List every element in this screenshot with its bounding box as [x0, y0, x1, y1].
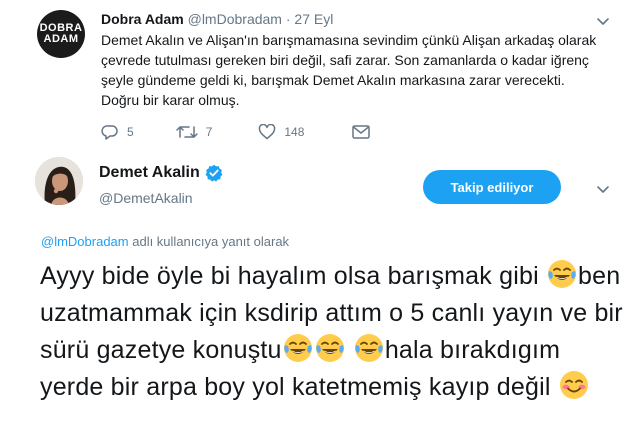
retweet-count: 7	[205, 125, 213, 139]
author-name[interactable]: Dobra Adam	[101, 11, 184, 27]
separator: ·	[285, 11, 291, 27]
tweet-text: Ayyy bide öyle bi hayalım olsa barışmak …	[40, 258, 630, 406]
tweet-text-segment: Ayyy bide öyle bi hayalım olsa barışmak …	[40, 262, 539, 290]
author-name-text: Demet Akalin	[99, 164, 200, 181]
joy-emoji	[354, 334, 383, 362]
joy-emoji	[315, 334, 344, 362]
direct-message-button[interactable]	[352, 125, 378, 139]
like-icon	[259, 124, 276, 140]
reply-to-suffix: adlı kullanıcıya yanıt olarak	[128, 234, 290, 249]
main-tweet-header: Demet Akalin @DemetAkalin Takip ediliyor	[0, 152, 640, 222]
avatar-text: ADAM	[43, 33, 79, 45]
chevron-down-icon[interactable]	[596, 14, 610, 28]
quoted-tweet[interactable]: DOBRA ADAM Dobra Adam @lmDobradam · 27 E…	[0, 0, 640, 150]
tweet-text: Demet Akalın ve Alişan'ın barışmamasına …	[101, 32, 597, 108]
avatar[interactable]: DOBRA ADAM	[37, 10, 85, 58]
verified-badge-icon	[205, 164, 223, 182]
tweet-actions: 5 7 148	[101, 122, 412, 142]
like-button[interactable]: 148	[258, 124, 304, 140]
mail-icon	[352, 125, 371, 139]
like-count: 148	[284, 125, 305, 139]
author-handle[interactable]: @lmDobradam	[188, 11, 282, 27]
reply-icon	[101, 125, 118, 140]
joy-emoji	[548, 260, 577, 288]
joy-emoji	[283, 334, 312, 362]
replying-to: @lmDobradam adlı kullanıcıya yanıt olara…	[41, 234, 289, 249]
following-button[interactable]: Takip ediliyor	[423, 170, 561, 204]
chevron-down-icon[interactable]	[596, 182, 610, 196]
author-name[interactable]: Demet Akalin	[99, 164, 223, 182]
reply-count: 5	[127, 125, 134, 139]
reply-button[interactable]: 5	[101, 124, 134, 140]
retweet-button[interactable]: 7	[175, 124, 213, 140]
timestamp[interactable]: 27 Eyl	[294, 11, 333, 27]
reply-mention-link[interactable]: @lmDobradam	[41, 234, 129, 249]
profile-photo	[35, 157, 83, 205]
retweet-icon	[175, 126, 198, 138]
smiling-blush-emoji	[559, 371, 588, 399]
tweet-header: Dobra Adam @lmDobradam · 27 Eyl	[101, 11, 333, 27]
author-handle[interactable]: @DemetAkalin	[99, 190, 193, 206]
avatar[interactable]	[35, 157, 83, 205]
